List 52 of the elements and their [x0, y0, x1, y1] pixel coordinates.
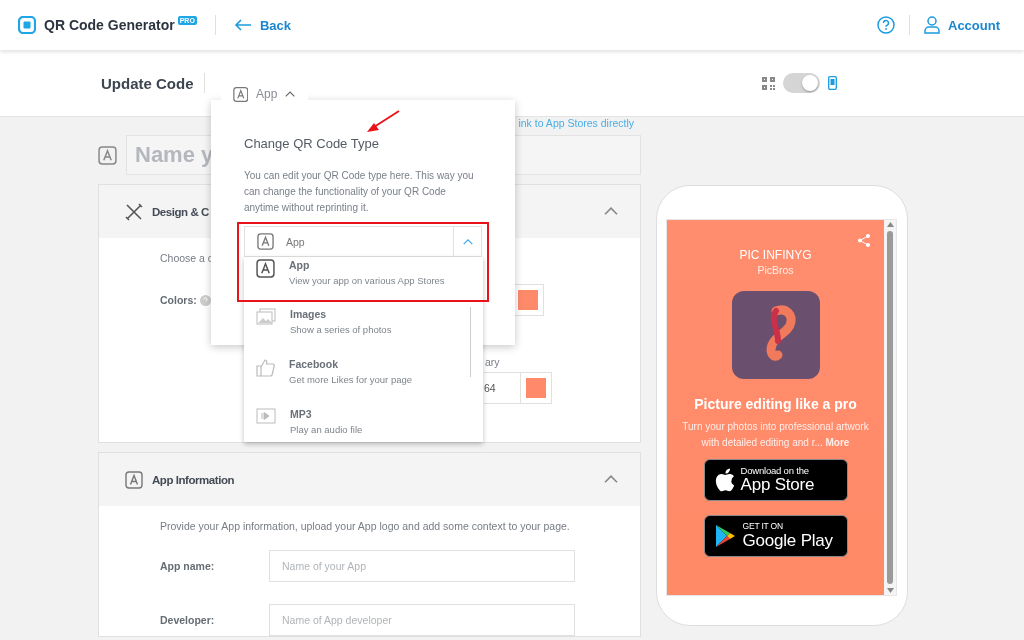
chevron-up-icon: [285, 90, 296, 98]
app-logo-text: QR Code Generator: [44, 17, 175, 33]
phone-icon[interactable]: [828, 76, 837, 90]
play-file-icon: [256, 408, 276, 424]
chevron-up-icon: [604, 207, 618, 216]
panel-title: Design & C: [152, 205, 209, 218]
store-badge[interactable]: Download on the App Store: [703, 459, 848, 502]
field-label: App name:: [160, 560, 216, 572]
user-icon: [924, 16, 940, 34]
popover-title: Change QR Code Type: [244, 136, 380, 151]
text-field[interactable]: Name of your App: [269, 550, 575, 582]
color-label: ary: [485, 356, 500, 368]
panel-title: App Information: [152, 473, 235, 486]
app-logo-icon: [731, 291, 820, 379]
field-label: Developer:: [160, 614, 216, 626]
app-description: Turn your photos into professional artwork with detailed editing and r... More: [681, 420, 870, 451]
pictures-icon: [256, 308, 276, 326]
color-swatch[interactable]: [520, 372, 552, 404]
code-type-option[interactable]: MP3 Play an audio file: [244, 404, 483, 442]
store-badge[interactable]: GET IT ON Google Play: [703, 515, 848, 558]
chevron-up-icon: [462, 238, 473, 245]
letter-a-icon: [98, 145, 117, 165]
apple-icon: [714, 468, 735, 493]
app-headline: Picture editing like a pro: [694, 395, 857, 414]
play-triangle-icon: [714, 524, 737, 549]
code-type-option[interactable]: Facebook Get more Likes for your page: [244, 354, 483, 404]
app-title: PIC INFINYG: [739, 247, 812, 264]
chevron-up-icon: [604, 475, 618, 484]
letter-a-icon: [125, 470, 143, 489]
help-icon[interactable]: [199, 294, 211, 306]
thumbs-up-icon: [256, 358, 275, 377]
text-field[interactable]: Name of App developer: [269, 604, 575, 636]
letter-a-icon: [257, 233, 274, 250]
back-link[interactable]: Back: [233, 17, 291, 33]
share-icon[interactable]: [858, 234, 870, 247]
code-type-option[interactable]: App View your app on various App Stores: [244, 257, 483, 304]
logo-icon: [18, 16, 36, 34]
app-developer: PicBros: [757, 263, 794, 279]
view-toggle[interactable]: [783, 73, 820, 93]
account-link[interactable]: Account: [924, 16, 1000, 34]
letter-a-icon: [256, 259, 275, 278]
panel-intro: Provide your App information, upload your App logo and add some context to your page.: [160, 520, 570, 532]
letter-a-icon: [232, 85, 249, 103]
page-title: Update Code: [101, 74, 194, 92]
scroll-up-icon[interactable]: [886, 222, 894, 227]
help-icon[interactable]: [877, 16, 895, 34]
code-type-option[interactable]: Images Show a series of photos: [244, 304, 483, 354]
popover-text: You can edit your QR Code type here. This way you can change the functionality of your QR Code anytime without reprinting it.: [244, 169, 475, 215]
arrow-left-icon: [233, 19, 252, 31]
qr-code-icon[interactable]: [762, 76, 775, 90]
annotation-arrow: [366, 110, 400, 133]
scroll-down-icon[interactable]: [886, 588, 894, 593]
